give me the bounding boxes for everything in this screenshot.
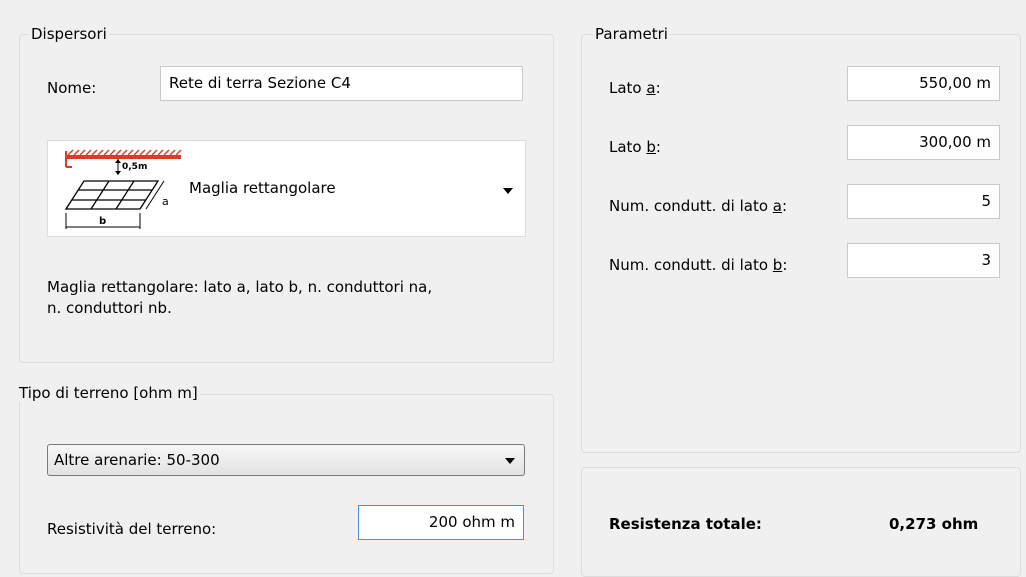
- terreno-group: [19, 394, 554, 574]
- lato-a-field[interactable]: 550,00 m: [847, 66, 1000, 101]
- name-label: Nome:: [47, 79, 97, 97]
- conduttori-b-field[interactable]: 3: [847, 243, 1000, 278]
- dispersori-legend: Dispersori: [29, 25, 109, 43]
- side-a-label: a: [162, 195, 169, 208]
- terreno-legend: Tipo di terreno [ohm m]: [17, 384, 200, 402]
- grounding-type-select[interactable]: 0,5m a b Maglia rettangolare: [47, 140, 526, 237]
- param-label-conduttori-b: Num. condutt. di lato b:: [609, 256, 788, 274]
- name-field[interactable]: Rete di terra Sezione C4: [160, 66, 523, 101]
- side-b-label: b: [99, 216, 106, 227]
- chevron-down-icon[interactable]: [505, 458, 515, 464]
- soil-type-select[interactable]: Altre arenarie: 50-300: [47, 444, 525, 476]
- parametri-legend: Parametri: [593, 25, 670, 43]
- resistivity-field[interactable]: 200 ohm m: [358, 505, 524, 540]
- rectangular-mesh-icon: 0,5m a b: [64, 149, 182, 229]
- total-resistance-label: Resistenza totale:: [609, 515, 762, 533]
- description-line-2: n. conduttori nb.: [47, 299, 172, 317]
- lato-b-field[interactable]: 300,00 m: [847, 125, 1000, 160]
- conduttori-a-field[interactable]: 5: [847, 184, 1000, 219]
- resistivity-label: Resistività del terreno:: [47, 520, 217, 538]
- grounding-type-label: Maglia rettangolare: [189, 179, 336, 197]
- param-label-lato-b: Lato b:: [609, 138, 661, 156]
- param-label-lato-a: Lato a:: [609, 79, 661, 97]
- param-label-conduttori-a: Num. condutt. di lato a:: [609, 197, 788, 215]
- total-resistance-value: 0,273 ohm: [889, 515, 979, 533]
- soil-type-value: Altre arenarie: 50-300: [54, 451, 220, 469]
- chevron-down-icon[interactable]: [503, 188, 513, 194]
- description-line-1: Maglia rettangolare: lato a, lato b, n. …: [47, 278, 433, 296]
- depth-label: 0,5m: [122, 162, 147, 172]
